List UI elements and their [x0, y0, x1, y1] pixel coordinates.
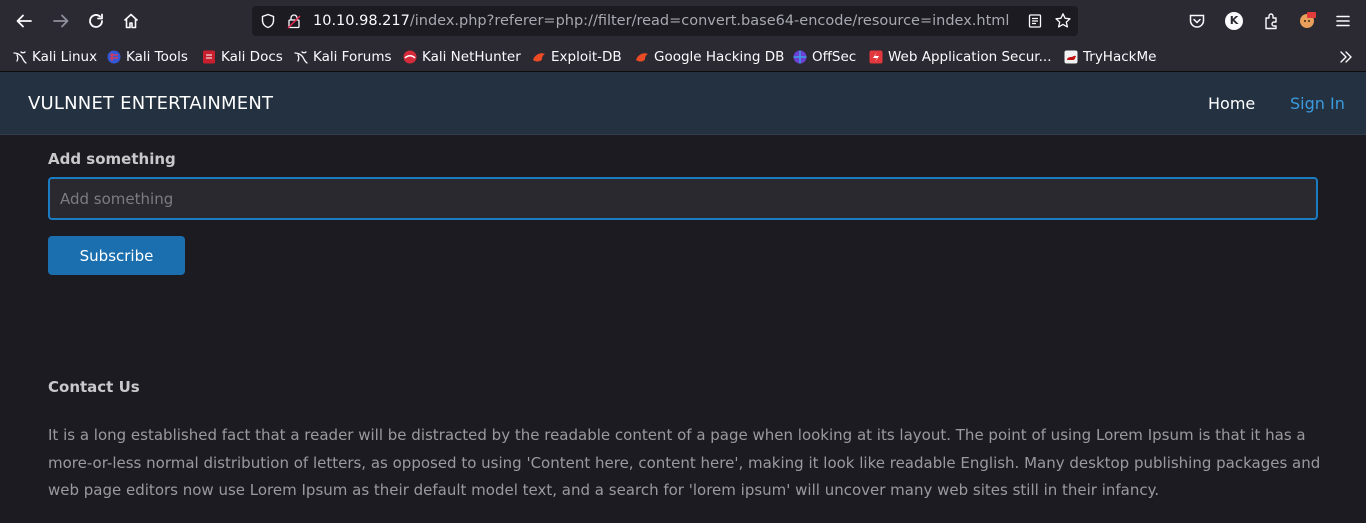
bookmark-label: Web Application Secur...: [888, 49, 1052, 65]
bookmark-label: Kali Linux: [32, 49, 98, 65]
nav-home-link[interactable]: Home: [1208, 94, 1255, 113]
bookmark-label: Kali Docs: [221, 49, 283, 65]
pocket-icon[interactable]: [1188, 12, 1206, 30]
bookmark-tryhackme[interactable]: TryHackMe: [1063, 47, 1156, 67]
contact-paragraph: It is a long established fact that a rea…: [48, 426, 1321, 499]
kali-dragon-icon: [13, 51, 27, 64]
bookmark-kali-tools[interactable]: Kali Tools: [106, 47, 188, 67]
bookmark-label: TryHackMe: [1083, 49, 1157, 65]
add-something-input[interactable]: [48, 177, 1318, 220]
url-path: /index.php?referer=php://filter/read=con…: [409, 13, 1010, 29]
kali-dragon-icon: [294, 51, 308, 64]
arrow-left-icon: [16, 14, 32, 28]
account-avatar[interactable]: K: [1225, 12, 1243, 30]
add-something-label: Add something: [48, 150, 176, 168]
nethunter-icon: [403, 50, 417, 64]
bookmark-label: Kali Tools: [126, 49, 188, 65]
bookmark-label: Google Hacking DB: [654, 49, 785, 65]
bookmark-star-icon[interactable]: [1054, 12, 1072, 30]
extensions-icon[interactable]: [1262, 12, 1280, 30]
reader-view-icon[interactable]: [1027, 13, 1043, 29]
insecure-lock-icon[interactable]: [286, 13, 302, 29]
bookmark-kali-linux[interactable]: Kali Linux: [12, 47, 97, 67]
menu-icon[interactable]: [1334, 12, 1352, 30]
bookmark-label: OffSec: [812, 49, 857, 65]
home-icon: [123, 13, 139, 29]
browser-toolbar: 10.10.98.217/index.php?referer=php://fil…: [0, 0, 1366, 42]
nav-signin-link[interactable]: Sign In: [1290, 94, 1345, 113]
chevron-double-right-icon[interactable]: [1338, 49, 1354, 65]
extension-avatar-icon[interactable]: [1297, 10, 1317, 30]
bookmark-label: Exploit-DB: [551, 49, 622, 65]
arrow-right-icon: [53, 14, 69, 28]
bookmark-offsec[interactable]: OffSec: [792, 47, 856, 67]
bookmark-web-app-security[interactable]: Web Application Secur...: [868, 47, 1051, 67]
bookmark-label: Kali Forums: [313, 49, 392, 65]
page-content: Add something Subscribe Contact Us It is…: [0, 136, 1366, 523]
bookmark-exploit-db[interactable]: Exploit-DB: [531, 47, 622, 67]
bookmark-kali-forums[interactable]: Kali Forums: [293, 47, 392, 67]
home-button[interactable]: [117, 7, 145, 35]
bookmarks-bar: Kali Linux Kali Tools Kali Docs Kali For…: [0, 42, 1366, 72]
url-host: 10.10.98.217: [313, 13, 410, 29]
exploit-db-icon: [533, 53, 545, 62]
bookmark-label: Kali NetHunter: [422, 49, 521, 65]
kali-tools-icon: [107, 50, 121, 64]
reload-button[interactable]: [82, 7, 110, 35]
shield-icon[interactable]: [260, 13, 276, 29]
reload-icon: [89, 13, 103, 28]
url-bar[interactable]: 10.10.98.217/index.php?referer=php://fil…: [252, 6, 1078, 36]
forward-button[interactable]: [47, 7, 75, 35]
kali-docs-icon: [203, 50, 215, 64]
tryhackme-icon: [1064, 50, 1078, 64]
back-button[interactable]: [10, 7, 38, 35]
bookmark-ghdb[interactable]: Google Hacking DB: [634, 47, 784, 67]
ghdb-icon: [636, 53, 648, 62]
contact-heading: Contact Us: [48, 378, 140, 396]
portswigger-icon: [869, 50, 883, 64]
subscribe-button[interactable]: Subscribe: [48, 236, 185, 275]
site-brand[interactable]: VULNNET ENTERTAINMENT: [28, 93, 273, 114]
bookmark-kali-docs[interactable]: Kali Docs: [201, 47, 283, 67]
offsec-icon: [793, 50, 807, 64]
site-header: VULNNET ENTERTAINMENT Home Sign In: [0, 72, 1366, 135]
bookmark-kali-nethunter[interactable]: Kali NetHunter: [402, 47, 521, 67]
url-text[interactable]: 10.10.98.217/index.php?referer=php://fil…: [313, 6, 1009, 36]
